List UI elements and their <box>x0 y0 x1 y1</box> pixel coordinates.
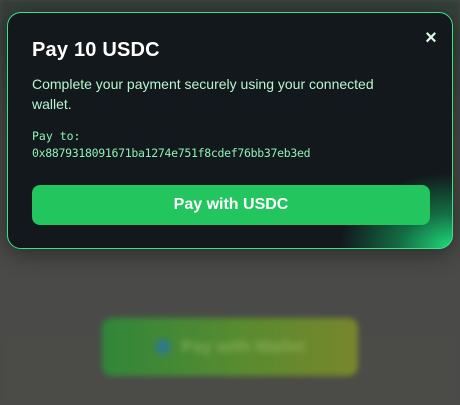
background-pay-button-label: Pay with Wallet <box>181 337 305 356</box>
modal-description: Complete your payment securely using you… <box>32 76 374 112</box>
close-icon[interactable]: × <box>422 28 440 48</box>
recipient-address: 0x8879318091671ba1274e751f8cdef76bb37eb3… <box>32 146 311 160</box>
payment-modal: × Pay 10 USDC Complete your payment secu… <box>7 12 453 249</box>
background-pay-button: Pay with Wallet <box>102 318 358 376</box>
pay-with-usdc-button[interactable]: Pay with USDC <box>32 185 430 225</box>
pay-to-label: Pay to: <box>32 129 81 143</box>
modal-title: Pay 10 USDC <box>32 39 160 61</box>
wallet-icon <box>155 339 172 355</box>
